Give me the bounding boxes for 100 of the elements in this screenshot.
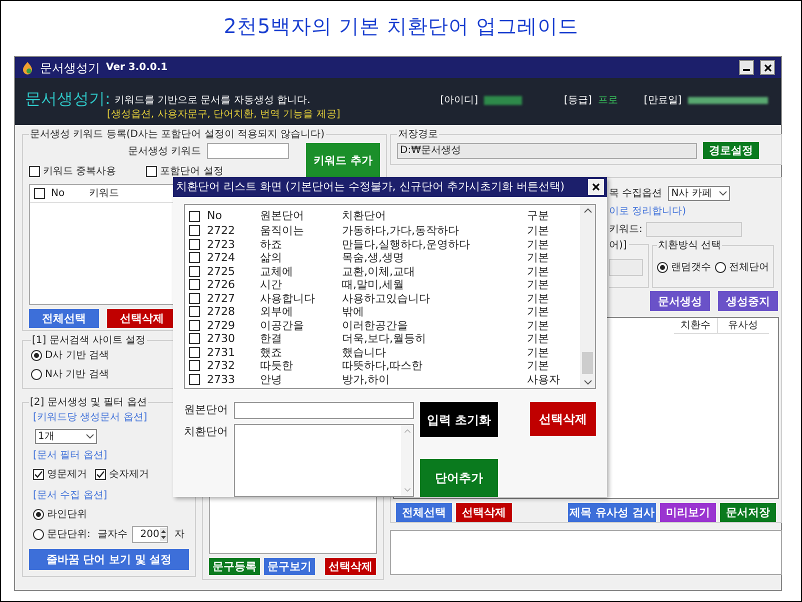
radio-button[interactable] xyxy=(33,529,44,540)
radio-button[interactable] xyxy=(31,369,42,380)
table-cell: 기본 xyxy=(527,318,549,332)
checkbox[interactable] xyxy=(189,279,200,290)
table-cell-text: 이러한공간을 xyxy=(342,318,409,332)
group-title: 문서생성 키워드 등록(D사는 포함단어 설정이 적용되지 않습니다) xyxy=(29,128,326,142)
table-cell-text: 하죠 xyxy=(260,238,283,251)
minimize-button[interactable] xyxy=(739,60,754,75)
action-button[interactable]: 미리보기 xyxy=(660,503,716,522)
checkbox[interactable] xyxy=(189,266,200,277)
action-button[interactable]: 문구보기 xyxy=(264,558,315,575)
count-select[interactable]: 1개 xyxy=(35,429,97,444)
field-label: 키워드: xyxy=(609,223,642,237)
close-icon xyxy=(764,64,772,72)
table-cell: 기본 xyxy=(527,292,549,305)
group-title: 저장경로 xyxy=(397,128,439,142)
reset-button[interactable]: 입력 초기화 xyxy=(420,402,498,437)
checkbox[interactable] xyxy=(189,252,200,264)
table-cell-text: 2729 xyxy=(207,318,236,332)
table-cell: 기본 xyxy=(527,359,549,372)
id-label: [아이디] xyxy=(440,94,478,108)
expiry-label: [만료일] xyxy=(644,94,682,108)
radio-label: 랜덤갯수 xyxy=(671,260,711,274)
group-title: [1] 문서검색 사이트 설정 xyxy=(31,334,147,348)
checkbox[interactable] xyxy=(33,469,44,480)
radio-label: N사 기반 검색 xyxy=(45,368,109,382)
add-word-button[interactable]: 단어추가 xyxy=(420,459,498,497)
checkbox-label: 영문제거 xyxy=(47,468,87,482)
scrollbar[interactable] xyxy=(580,204,595,388)
add-keyword-button[interactable]: 키워드 추가 xyxy=(306,143,380,177)
action-button[interactable]: 제목 유사성 검사 xyxy=(568,503,656,522)
checkbox[interactable] xyxy=(189,238,200,250)
checkbox[interactable] xyxy=(189,225,200,236)
action-button[interactable]: 문구등록 xyxy=(209,558,260,575)
table-cell-text: 2733 xyxy=(207,372,236,386)
table-cell-text: 만들다,실행하다,운영하다 xyxy=(342,238,471,251)
keyword-field[interactable] xyxy=(646,222,742,237)
checkbox[interactable] xyxy=(189,360,200,372)
scroll-thumb[interactable] xyxy=(582,352,593,374)
column-header: No xyxy=(51,187,66,201)
radio-label: 문단단위: xyxy=(47,528,90,542)
checkbox[interactable] xyxy=(189,292,200,304)
table-cell-text: 밖에 xyxy=(342,305,365,318)
action-button[interactable]: 선택삭제 xyxy=(325,558,376,575)
group-title: [2] 문서생성 및 필터 옵션 xyxy=(29,396,148,410)
checkbox[interactable] xyxy=(189,374,200,385)
window-title: 문서생성기 xyxy=(40,60,100,76)
radio-button[interactable] xyxy=(715,262,726,272)
action-button[interactable]: 생성중지 xyxy=(718,291,778,311)
action-button[interactable]: 전체선택 xyxy=(396,503,452,522)
path-field[interactable]: D:₩문서생성 xyxy=(397,142,697,158)
word-field[interactable] xyxy=(609,259,643,276)
action-button[interactable]: 선택삭제 xyxy=(456,503,512,522)
path-button[interactable]: 경로설정 xyxy=(703,142,759,159)
checkbox[interactable] xyxy=(189,210,200,222)
section-label: [키워드당 생성문서 옵션] xyxy=(33,411,148,425)
table-cell-text: 2725 xyxy=(207,264,236,278)
table-cell-text: 2732 xyxy=(207,359,236,372)
radio-button[interactable] xyxy=(657,262,668,272)
original-word-input[interactable] xyxy=(234,402,414,419)
linebreak-button[interactable]: 줄바꿈 단어 보기 및 설정 xyxy=(29,549,189,570)
action-button[interactable]: 전체선택 xyxy=(29,309,99,328)
table-cell-text: 2724 xyxy=(207,251,236,264)
checkbox[interactable] xyxy=(189,346,200,358)
delete-button[interactable]: 선택삭제 xyxy=(530,402,596,436)
checkbox[interactable] xyxy=(29,166,40,176)
checkbox[interactable] xyxy=(146,166,158,176)
table-cell-text: 시간 xyxy=(260,278,283,292)
checkbox[interactable] xyxy=(189,333,200,344)
collect-select[interactable]: N사 카페 xyxy=(668,186,730,201)
action-button[interactable]: 문서생성 xyxy=(650,291,710,311)
feature-list: [생성옵션, 사용자문구, 단어치환, 번역 기능을 제공] xyxy=(107,108,340,122)
table-cell-text: 목숨,생,생명 xyxy=(342,251,405,264)
char-count-spinner[interactable]: 200 xyxy=(132,526,168,543)
table-cell-text: 2727 xyxy=(207,292,236,305)
close-button[interactable] xyxy=(760,60,775,75)
scroll-down-icon[interactable] xyxy=(584,380,592,385)
checkbox[interactable] xyxy=(34,188,45,199)
table-cell-text: 따듯한 xyxy=(260,359,294,372)
close-button[interactable] xyxy=(588,178,604,195)
column-header: 치환단어 xyxy=(342,208,387,224)
table-cell-text: 외부에 xyxy=(260,305,294,318)
table-cell-text: 2728 xyxy=(207,305,236,318)
checkbox[interactable] xyxy=(189,306,200,318)
checkbox[interactable] xyxy=(95,469,106,480)
field-label: 치환단어 xyxy=(184,424,228,440)
field-label: 글자수 xyxy=(97,528,128,542)
dialog-title: 치환단어 리스트 화면 (기본단어는 수정불가, 신규단어 추가시초기화 버튼선택) xyxy=(176,178,566,195)
column-header: 치환수 xyxy=(674,318,718,333)
column-header: 유사성 xyxy=(727,319,759,333)
unit-label: 자 xyxy=(174,528,184,542)
action-button[interactable]: 문서저장 xyxy=(720,503,776,522)
scroll-up-icon[interactable] xyxy=(584,208,592,213)
field-label: 목 수집옵션 xyxy=(609,187,662,201)
radio-button[interactable] xyxy=(31,350,42,361)
table-cell-text: 교환,이체,교대 xyxy=(342,264,416,278)
radio-button[interactable] xyxy=(33,509,44,520)
table-cell-text: 한결 xyxy=(260,332,283,346)
checkbox[interactable] xyxy=(189,320,200,331)
keyword-input[interactable] xyxy=(207,143,289,159)
